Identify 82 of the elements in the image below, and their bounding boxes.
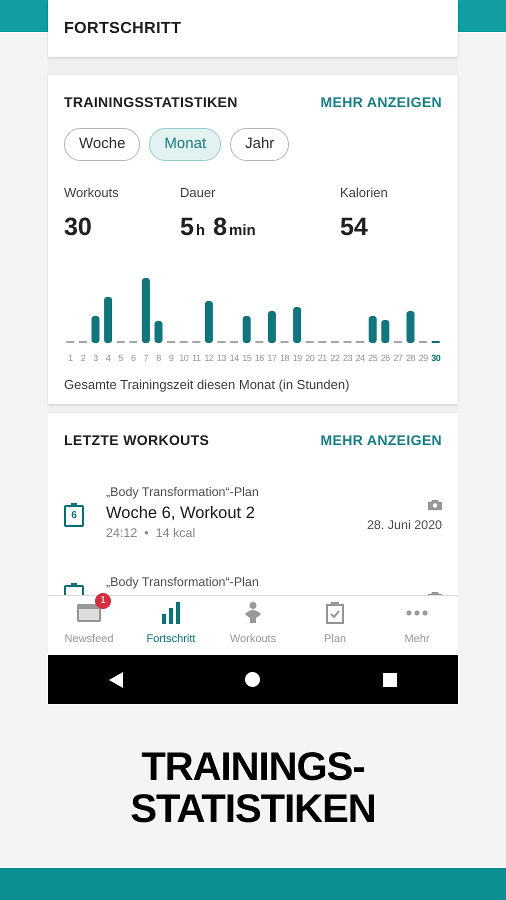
window-icon [77, 604, 101, 622]
back-icon[interactable] [109, 672, 124, 688]
plan-name: „Body Transformation“-Plan [106, 574, 260, 591]
day-label: 29 [418, 352, 429, 365]
day-label: 13 [216, 352, 228, 365]
home-icon[interactable] [245, 672, 260, 687]
day-label: 7 [142, 352, 150, 365]
day-label: 12 [203, 352, 214, 365]
day-label: 15 [241, 352, 252, 365]
bar-chart-icon [162, 602, 180, 624]
day-label: 9 [168, 352, 174, 365]
metric-value: 5h 8 min [180, 212, 257, 242]
separator-dot: • [144, 524, 149, 542]
promo-heading: TRAININGS- [141, 746, 365, 788]
nav-tab[interactable]: Mehr [376, 596, 458, 655]
metric-value: 54 [340, 212, 369, 242]
chart-bar [368, 316, 377, 343]
day-label: 17 [266, 352, 278, 365]
chart-bar [293, 307, 302, 343]
day-label: 26 [380, 352, 391, 365]
chart-bar [242, 316, 251, 343]
calendar-icon: 6 [64, 504, 84, 527]
chart-caption: Gesamte Trainingszeit diesen Monat (in Stunden) [64, 376, 350, 394]
day-label: 30 [430, 352, 442, 365]
metric-value: 30 [64, 212, 93, 242]
recents-icon[interactable] [382, 672, 397, 686]
day-label: 18 [278, 352, 290, 365]
chart-bar [104, 297, 112, 343]
promo-heading: STATISTIKEN [130, 788, 376, 830]
more-link[interactable]: MEHR ANZEIGEN [320, 430, 442, 451]
day-label: 8 [155, 352, 162, 365]
baseline-dash [280, 341, 288, 343]
day-label: 2 [80, 352, 86, 365]
day-label: 25 [367, 352, 378, 365]
day-label: 16 [254, 352, 265, 365]
card-title: LETZTE WORKOUTS [64, 431, 210, 450]
clipboard-check-icon [326, 602, 344, 624]
day-label: 10 [178, 352, 190, 365]
day-label: 22 [329, 352, 340, 365]
day-label: 28 [404, 352, 416, 365]
chart-bar [268, 311, 276, 343]
nav-tab[interactable]: Plan [294, 596, 376, 655]
workout-meta: 14 kcal [156, 524, 196, 542]
day-label: 11 [191, 352, 202, 365]
metric-label: Kalorien [340, 184, 389, 202]
more-icon [406, 610, 428, 616]
day-label: 14 [228, 352, 240, 365]
page-title: FORTSCHRITT [64, 18, 182, 38]
baseline-dash [255, 341, 264, 343]
workout-date: 28. Juni 2020 [366, 516, 442, 534]
day-label: 20 [304, 352, 316, 365]
day-label: 4 [104, 352, 112, 365]
card-title: TRAININGSSTATISTIKEN [64, 93, 238, 112]
period-chip[interactable]: Monat [149, 128, 222, 161]
period-chip[interactable]: Jahr [230, 128, 290, 161]
chart-bar [381, 320, 390, 343]
chart-bar [204, 301, 213, 343]
day-label: 27 [392, 352, 404, 365]
day-label: 19 [292, 352, 303, 365]
day-label: 24 [354, 352, 366, 365]
camera-icon [428, 498, 442, 510]
metric-label: Dauer [180, 184, 216, 202]
workout-meta: 24:12 [106, 524, 138, 542]
day-label: 6 [130, 352, 137, 365]
more-link[interactable]: MEHR ANZEIGEN [320, 92, 442, 113]
day-label: 23 [342, 352, 354, 365]
metric-label: Workouts [64, 184, 120, 202]
day-label: 21 [316, 352, 328, 365]
plan-name: „Body Transformation“-Plan [106, 484, 260, 501]
day-label: 3 [92, 352, 99, 365]
workout-title: Woche 6, Workout 2 [106, 502, 256, 524]
chart-bar [92, 316, 100, 343]
workout-row[interactable]: 6 „Body Transformation“-Plan Woche 6, Workout 2 24:12 • 14 kcal 28. Juni 2020 [48, 483, 458, 542]
day-label: 1 [67, 352, 74, 365]
chart-bar [406, 311, 414, 343]
nav-tab[interactable]: Fortschritt [130, 596, 212, 655]
chart-bar [154, 321, 162, 343]
nav-tab[interactable]: Workouts [212, 596, 294, 655]
period-chip[interactable]: Woche [64, 128, 140, 161]
day-label: 5 [117, 352, 124, 365]
baseline-dash [394, 341, 402, 343]
chart-bar [142, 278, 150, 343]
